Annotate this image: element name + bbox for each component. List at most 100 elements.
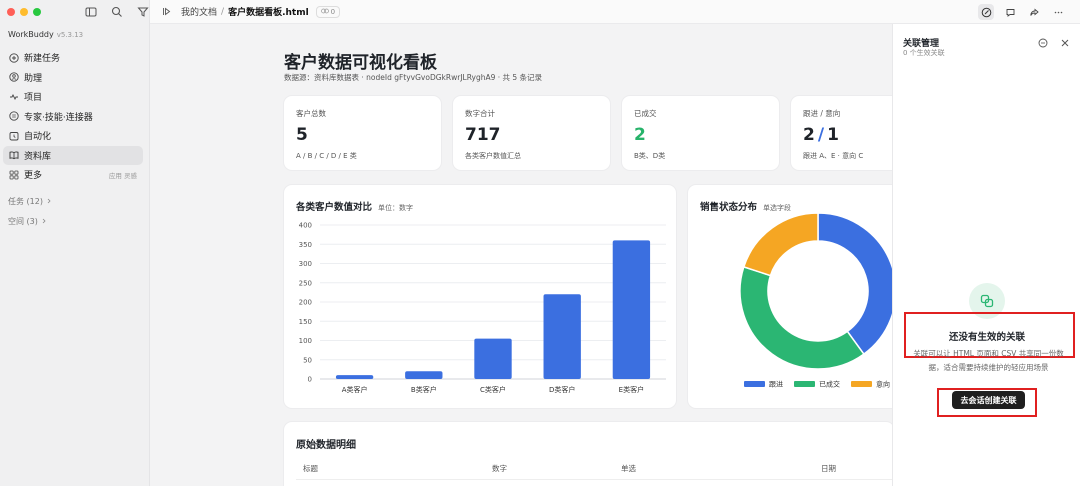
sidebar-item-label: 助理 xyxy=(24,73,43,84)
stat-value: 2 xyxy=(634,125,646,145)
table-header-date[interactable]: 日期 xyxy=(821,463,836,474)
y-tick-label: 200 xyxy=(299,299,312,307)
stat-value-b: 1 xyxy=(827,125,839,145)
sidebar-group-tasks[interactable]: 任务 (12) xyxy=(8,196,52,207)
link-count-badge[interactable]: 0 xyxy=(315,5,341,18)
legend-label: 跟进 xyxy=(769,381,783,389)
link-count: 0 xyxy=(330,7,336,16)
comment-icon[interactable] xyxy=(1002,4,1018,20)
legend-swatch xyxy=(744,381,765,387)
donut-slice xyxy=(817,212,892,356)
sidebar-item-assistant[interactable]: 助理 xyxy=(3,68,143,88)
sidebar-item-hint: 应用 灵感 xyxy=(108,171,137,180)
sidebar-item-more[interactable]: 更多 应用 灵感 xyxy=(3,165,143,185)
data-table-card: 原始数据明细 标题 数字 单选 日期 xyxy=(284,422,892,486)
grid-icon xyxy=(8,169,19,180)
clock-icon xyxy=(8,130,19,141)
breadcrumb-root[interactable]: 我的文档 xyxy=(181,5,217,18)
sidebar-item-expert[interactable]: 专家·技能·连接器 xyxy=(3,107,143,127)
sidebar-group-label: 任务 (12) xyxy=(8,197,43,206)
stat-desc: 跟进 A、E · 意向 C xyxy=(803,152,864,160)
table-header-title[interactable]: 标题 xyxy=(303,463,318,474)
y-tick-label: 350 xyxy=(299,241,312,249)
link-icon xyxy=(320,8,329,16)
sidebar-item-new-task[interactable]: 新建任务 xyxy=(3,48,143,68)
y-tick-label: 300 xyxy=(299,260,312,268)
stat-desc: B类、D类 xyxy=(634,152,666,160)
legend-label: 意向 xyxy=(876,380,890,389)
close-window-button[interactable] xyxy=(7,8,15,16)
y-tick-label: 0 xyxy=(308,376,312,384)
chevron-right-icon xyxy=(41,217,47,226)
donut-slice xyxy=(742,212,819,277)
y-tick-label: 400 xyxy=(299,222,312,230)
y-tick-label: 100 xyxy=(299,337,312,345)
stat-card-closed: 已成交 2 B类、D类 xyxy=(622,96,779,170)
stat-desc: 各类客户数值汇总 xyxy=(465,152,521,160)
stat-card-total-customers: 客户总数 5 A / B / C / D / E 类 xyxy=(284,96,441,170)
bar xyxy=(543,294,581,379)
expert-icon xyxy=(8,111,19,122)
sidebar-nav: 新建任务 助理 项目 专家·技能·连接器 自动化 资料库 更多 应用 灵感 xyxy=(3,48,143,185)
close-icon[interactable] xyxy=(1060,38,1070,51)
stat-label: 已成交 xyxy=(634,109,657,118)
y-tick-label: 50 xyxy=(303,356,312,364)
search-icon[interactable] xyxy=(110,5,124,19)
donut-chart: 跟进 已成交 意向 xyxy=(739,212,892,389)
sidebar-item-label: 自动化 xyxy=(24,132,52,143)
sidebar: WorkBuddy v5.3.13 新建任务 助理 项目 专家·技能·连接器 自动… xyxy=(0,0,150,486)
maximize-window-button[interactable] xyxy=(33,8,41,16)
table-divider xyxy=(296,479,892,480)
edit-link-icon[interactable] xyxy=(978,4,994,20)
stat-value-a: 2 xyxy=(803,125,815,145)
main-content: 客户数据可视化看板 数据源：资料库数据表 · nodeId gFtyvGvoDG… xyxy=(150,24,892,486)
association-panel: 关联管理 0 个生效关联 还没有生效的关联 关联可以让 HTML 页面和 CSV… xyxy=(892,24,1080,486)
plus-circle-icon xyxy=(8,52,19,63)
breadcrumb-separator: / xyxy=(221,6,225,17)
page-title: 客户数据可视化看板 xyxy=(284,53,437,73)
sidebar-group-spaces[interactable]: 空间 (3) xyxy=(8,216,47,227)
stat-desc: A / B / C / D / E 类 xyxy=(296,152,357,160)
y-tick-label: 150 xyxy=(299,318,312,326)
share-icon[interactable] xyxy=(1026,4,1042,20)
minimize-window-button[interactable] xyxy=(20,8,28,16)
sidebar-item-automation[interactable]: 自动化 xyxy=(3,126,143,146)
x-tick-label: C类客户 xyxy=(480,385,506,394)
legend-swatch xyxy=(851,381,872,387)
stat-value-sep: / xyxy=(817,125,825,145)
bar xyxy=(612,240,651,379)
stat-card-follow-intent: 跟进 / 意向 2/1 跟进 A、E · 意向 C xyxy=(791,96,892,170)
sidebar-item-label: 项目 xyxy=(24,93,43,104)
x-tick-label: A类客户 xyxy=(342,385,368,394)
more-options-icon[interactable] xyxy=(1050,4,1066,20)
top-bar: 我的文档 / 客户数据看板.html 0 xyxy=(150,0,1080,24)
table-title: 原始数据明细 xyxy=(296,440,356,451)
x-tick-label: D类客户 xyxy=(549,385,575,394)
panel-toggle-icon[interactable] xyxy=(162,6,173,17)
sidebar-item-library[interactable]: 资料库 xyxy=(3,145,143,165)
window-controls xyxy=(7,8,41,16)
stat-card-sum: 数字合计 717 各类客户数值汇总 xyxy=(453,96,610,170)
create-association-button[interactable]: 去会话创建关联 xyxy=(952,391,1025,409)
app-version: v5.3.13 xyxy=(56,31,84,39)
app-name: WorkBuddy v5.3.13 xyxy=(8,30,84,39)
sidebar-item-label: 专家·技能·连接器 xyxy=(24,112,93,123)
chevron-right-icon xyxy=(46,197,52,206)
panel-subtitle: 0 个生效关联 xyxy=(903,49,945,57)
page-subtitle: 数据源：资料库数据表 · nodeId gFtyvGvoDGkRwrJLRygh… xyxy=(284,73,543,82)
sidebar-item-label: 资料库 xyxy=(24,151,52,162)
y-tick-label: 250 xyxy=(299,279,312,287)
breadcrumb-current: 客户数据看板.html xyxy=(228,8,309,18)
panel-chat-icon[interactable] xyxy=(1038,38,1048,51)
table-header-single-select[interactable]: 单选 xyxy=(621,463,636,474)
book-icon xyxy=(8,150,19,161)
table-header-number[interactable]: 数字 xyxy=(492,463,507,474)
sidebar-item-project[interactable]: 项目 xyxy=(3,87,143,107)
legend-swatch xyxy=(794,381,815,387)
filter-icon[interactable] xyxy=(136,5,150,19)
donut-chart-card: 销售状态分布 单选字段 跟进 已成交 意向 xyxy=(688,185,892,408)
sidebar-toggle-icon[interactable] xyxy=(84,5,98,19)
project-icon xyxy=(8,91,19,102)
bar-chart: 0 50 100 150 200 250 300 350 400 A类客户 B类客户 C类客户 D类客户… xyxy=(299,222,666,394)
legend-label: 已成交 xyxy=(819,380,840,389)
